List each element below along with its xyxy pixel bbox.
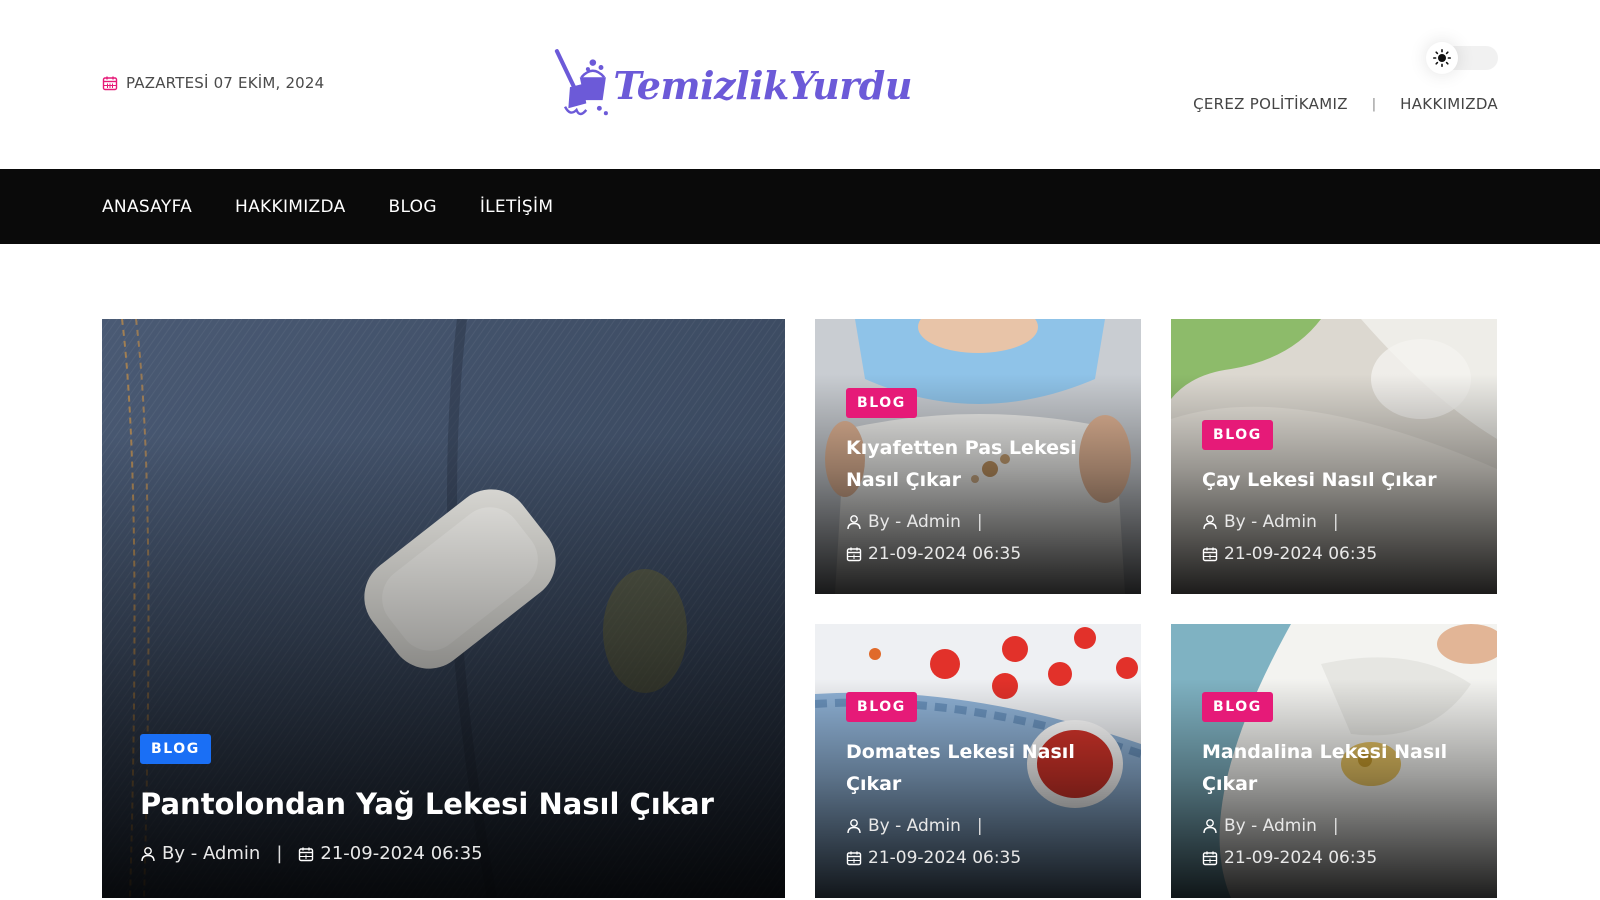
post-date: 21-09-2024 06:35 [1224,544,1378,564]
post-date: 21-09-2024 06:35 [868,544,1022,564]
calendar-icon [299,847,314,862]
nav-item-about[interactable]: HAKKIMIZDA [235,197,345,217]
post-author[interactable]: By - Admin [1224,810,1317,842]
calendar-icon [846,851,862,866]
meta-separator: | [976,512,983,532]
logo-text: TemizlikYurdu [613,62,912,108]
meta-separator: | [1332,816,1339,836]
top-links-separator: | [1371,96,1377,112]
category-badge[interactable]: BLOG [1202,420,1273,450]
user-icon [847,515,861,530]
meta-separator: | [276,843,283,864]
post-date: 21-09-2024 06:35 [320,843,483,864]
calendar-icon [1202,851,1218,866]
post-meta: By - Admin | 21-09-2024 06:35 [1202,810,1477,874]
calendar-icon [102,76,118,91]
user-icon [847,819,861,834]
post-author[interactable]: By - Admin [868,506,961,538]
about-top-link[interactable]: HAKKIMIZDA [1400,95,1498,113]
user-icon [141,847,155,862]
post-card[interactable]: BLOG Mandalina Lekesi Nasıl Çıkar By - A… [1171,624,1497,898]
meta-separator: | [976,816,983,836]
post-meta: By - Admin | 21-09-2024 06:35 [1202,506,1477,570]
post-meta: By - Admin | 21-09-2024 06:35 [140,838,765,870]
nav-item-blog[interactable]: BLOG [389,197,437,217]
post-card[interactable]: BLOG Domates Lekesi Nasıl Çıkar By - Adm… [815,624,1141,898]
post-date: 21-09-2024 06:35 [1224,848,1378,868]
post-author[interactable]: By - Admin [1224,506,1317,538]
post-meta: By - Admin | 21-09-2024 06:35 [846,506,1121,570]
post-author[interactable]: By - Admin [162,838,260,870]
post-title[interactable]: Kıyafetten Pas Lekesi Nasıl Çıkar [846,432,1121,496]
post-card[interactable]: BLOG Çay Lekesi Nasıl Çıkar By - Admin |… [1171,319,1497,594]
post-date: 21-09-2024 06:35 [868,848,1022,868]
cookie-policy-link[interactable]: ÇEREZ POLİTİKAMIZ [1193,95,1348,113]
category-badge[interactable]: BLOG [1202,692,1273,722]
card-content: BLOG Domates Lekesi Nasıl Çıkar By - Adm… [846,692,1121,874]
post-title[interactable]: Çay Lekesi Nasıl Çıkar [1202,464,1477,496]
calendar-icon [846,547,862,562]
category-badge[interactable]: BLOG [846,388,917,418]
card-content: BLOG Kıyafetten Pas Lekesi Nasıl Çıkar B… [846,388,1121,570]
card-content: BLOG Pantolondan Yağ Lekesi Nasıl Çıkar … [140,734,765,870]
featured-post-card[interactable]: BLOG Pantolondan Yağ Lekesi Nasıl Çıkar … [102,319,785,898]
calendar-icon [1202,547,1218,562]
post-card[interactable]: BLOG Kıyafetten Pas Lekesi Nasıl Çıkar B… [815,319,1141,594]
category-badge[interactable]: BLOG [140,734,211,764]
sun-icon [1433,49,1451,67]
nav-item-home[interactable]: ANASAYFA [102,197,192,217]
main-navigation: ANASAYFA HAKKIMIZDA BLOG İLETİŞİM [0,169,1600,244]
site-logo[interactable]: TemizlikYurdu [552,38,912,128]
user-icon [1203,819,1217,834]
theme-toggle-button[interactable] [1426,42,1458,74]
header-date-text: PAZARTESİ 07 EKİM, 2024 [126,74,325,92]
card-content: BLOG Çay Lekesi Nasıl Çıkar By - Admin |… [1202,420,1477,570]
post-meta: By - Admin | 21-09-2024 06:35 [846,810,1121,874]
category-badge[interactable]: BLOG [846,692,917,722]
header-date: PAZARTESİ 07 EKİM, 2024 [102,74,324,92]
post-title[interactable]: Pantolondan Yağ Lekesi Nasıl Çıkar [140,784,765,824]
card-content: BLOG Mandalina Lekesi Nasıl Çıkar By - A… [1202,692,1477,874]
user-icon [1203,515,1217,530]
nav-item-contact[interactable]: İLETİŞİM [480,197,554,217]
post-title[interactable]: Mandalina Lekesi Nasıl Çıkar [1202,736,1477,800]
site-header: PAZARTESİ 07 EKİM, 2024 TemizlikYurdu ÇE… [0,0,1600,169]
post-author[interactable]: By - Admin [868,810,961,842]
mop-bucket-logo-icon [554,49,608,116]
meta-separator: | [1332,512,1339,532]
post-title[interactable]: Domates Lekesi Nasıl Çıkar [846,736,1121,800]
header-top-links: ÇEREZ POLİTİKAMIZ | HAKKIMIZDA [1193,95,1498,113]
